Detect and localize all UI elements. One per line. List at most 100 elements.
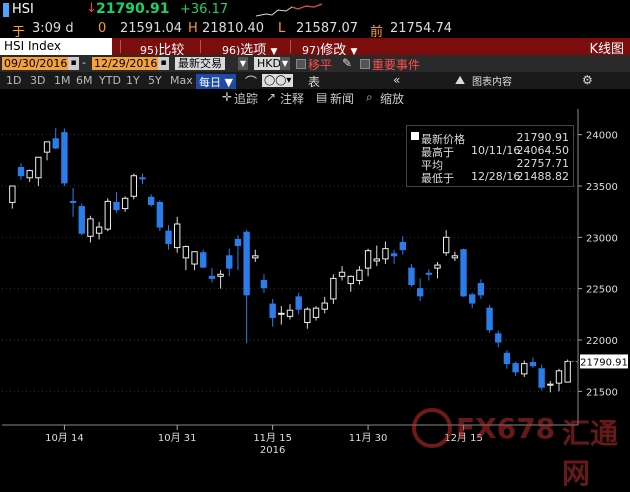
start-date-input[interactable]: 09/30/2016 [2,57,70,70]
candle-body [338,271,346,277]
crosshair-icon[interactable]: ✛ [222,90,232,104]
timeframe-1y[interactable]: 1Y [126,74,140,87]
candle-body [442,236,450,254]
candle-body [564,360,571,383]
candle-body [182,246,190,259]
watermark-logo-icon [412,408,452,448]
candle-body [165,230,172,244]
chart-content-icon[interactable]: ⛰ [455,73,465,88]
legend-low-value: 21488.82 [516,170,570,183]
watermark-text: FX678 [456,412,556,445]
symbol-marker [3,3,9,17]
end-date-input[interactable]: 12/29/2016 [92,57,160,70]
range-bar: 09/30/2016 ▪ - 12/29/2016 ▪ 最新交易 ▼ HKD ▼… [0,55,630,72]
last-price: 21790.91 [96,1,170,17]
chevron-down-icon[interactable]: ▼ [280,57,290,70]
move-label: 移平 [308,58,333,72]
candle-body [486,307,493,331]
news-icon[interactable]: ▤ [316,90,327,104]
timeframe-max[interactable]: Max [170,74,193,87]
candle-body [61,132,68,184]
open-label: 0 [98,21,107,36]
move-checkbox[interactable] [296,59,306,69]
events-checkbox[interactable] [360,59,370,69]
y-tick-label: 24000 [586,131,618,142]
pencil-icon[interactable]: ✎ [342,56,352,70]
low-value: 21587.07 [296,21,359,36]
candle-body [95,226,103,234]
divider [290,40,291,53]
quote-time: 3:09 d [32,21,74,36]
candle-body [295,296,302,310]
annotate-icon[interactable]: ↗ [266,90,276,104]
candle-body [35,156,42,179]
candle-body [278,312,285,315]
collapse-button[interactable]: « [393,73,400,87]
candle-body [17,167,25,177]
chevron-down-icon[interactable]: ▼ [238,57,248,70]
quote-row: 于 3:09 d 0 21591.04 H 21810.40 L 21587.0… [0,20,630,40]
timeframe-3d[interactable]: 3D [30,74,45,87]
candle-body [104,200,111,230]
chart-legend: 最新价格 21790.91 最高于 10/11/16 24064.50 平均 2… [406,125,574,187]
timeframe-ytd[interactable]: YTD [99,74,121,87]
candle-body [547,383,554,386]
timeframe-bar: 1D 3D 1M 6M YTD 1Y 5Y Max 每日 ▼ ⌒ ◯◯▾ 表 «… [0,72,630,90]
candle-body [434,264,441,269]
candle-body [260,279,268,289]
calendar-icon[interactable]: ▪ [158,57,169,70]
candle-body [52,138,59,149]
periodicity-select[interactable]: 每日 ▼ [196,74,236,90]
candle-body [9,185,16,203]
sparkline-icon [256,3,323,17]
line-chart-icon[interactable]: ⌒ [245,73,257,90]
candle-body [87,218,94,237]
security-field[interactable]: HSI Index [0,38,112,55]
table-button[interactable]: 表 [308,73,320,90]
timeframe-5y[interactable]: 5Y [148,74,162,87]
chart-content-button[interactable]: 图表内容 [472,73,512,88]
legend-avg: 平均 22757.71 [411,157,571,172]
watermark: FX678 汇通网 [412,408,627,490]
legend-low-date: 12/28/16 [471,170,521,183]
candle-body [200,252,207,268]
candle-body [208,275,216,279]
legend-last: 最新价格 21790.91 [411,131,571,146]
last-price-tag-label: 21790.91 [580,357,628,368]
candle-body [408,267,415,286]
legend-avg-value: 22757.71 [516,157,570,170]
candle-body [69,200,77,203]
legend-low: 最低于 12/28/16 21488.82 [411,170,571,185]
style-select[interactable]: ◯◯▾ [262,74,294,87]
candle-body [78,206,85,234]
candle-body [521,363,528,375]
candle-body [460,249,467,297]
candle-body [347,275,354,285]
candle-body [121,197,129,210]
candle-body [382,248,389,260]
menu-bar: HSI Index 95)比较 96)选项 ▼ 97)修改 ▼ K线图 [0,38,630,58]
gear-icon[interactable]: ⚙ [582,73,593,87]
mode-select[interactable]: 最新交易 [175,57,225,70]
watermark-text-cn: 汇通网 [562,417,619,490]
timeframe-1m[interactable]: 1M [54,74,71,87]
candle-body [217,273,224,277]
periodicity-label: 每日 [199,76,221,89]
legend-low-label: 最低于 [421,172,454,185]
x-tick-label: 10月 14 [45,432,84,444]
symbol[interactable]: HSI [12,2,34,17]
zoom-icon[interactable]: ⌕ [366,90,373,105]
open-value: 21591.04 [120,21,183,36]
candle-body [503,352,511,365]
candle-body [469,294,476,304]
candle-body [304,308,311,324]
timeframe-6m[interactable]: 6M [76,74,93,87]
candle-body [147,196,155,205]
events-label: 重要事件 [372,58,421,72]
candle-body [269,303,276,318]
candle-body [226,255,233,269]
low-label: L [278,21,286,36]
candle-body [416,288,424,297]
timeframe-1d[interactable]: 1D [6,74,21,87]
calendar-icon[interactable]: ▪ [68,57,79,70]
